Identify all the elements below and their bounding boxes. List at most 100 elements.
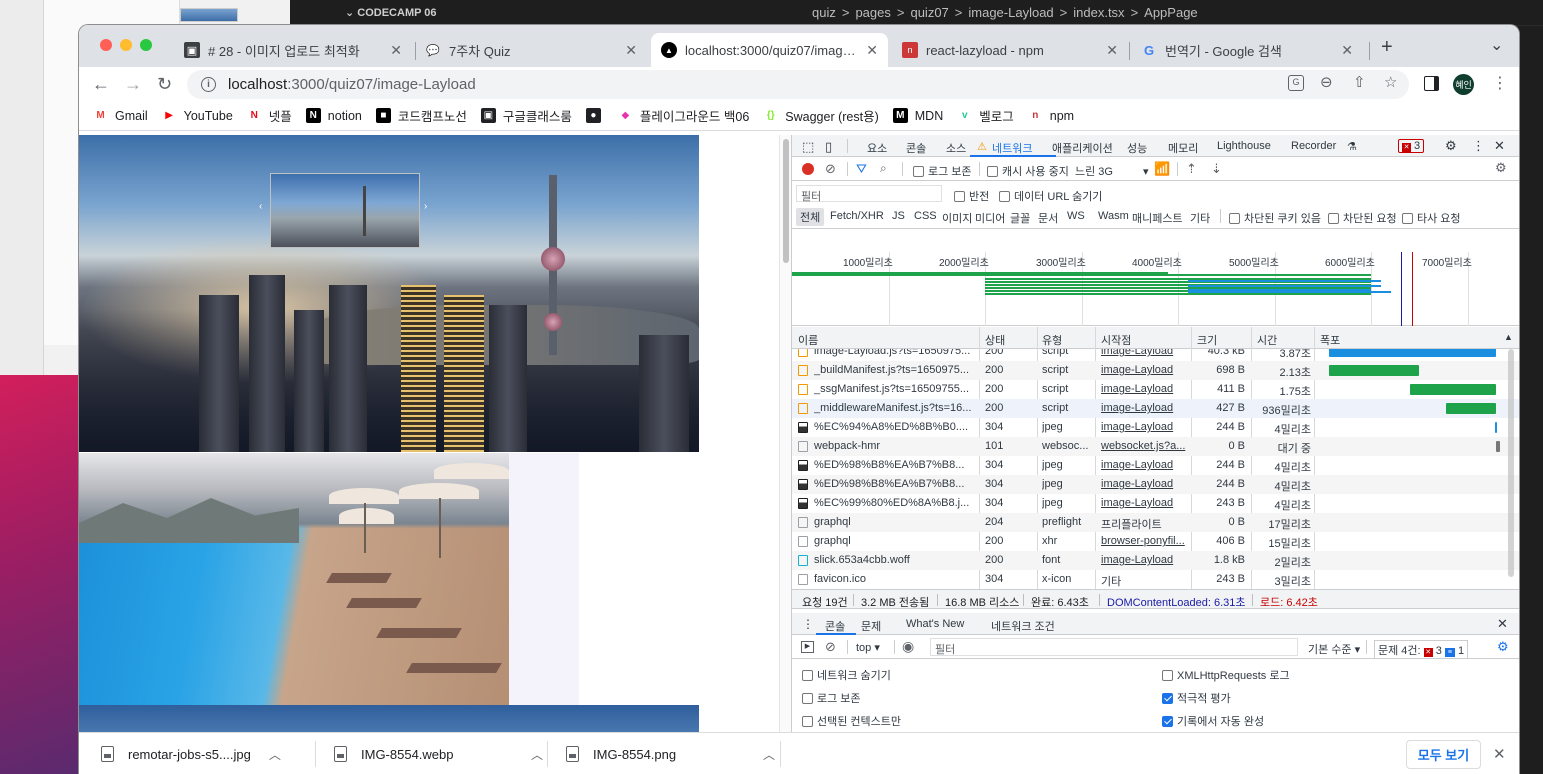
bookmark-item[interactable]: M Gmail xyxy=(93,108,147,123)
carousel-next-icon[interactable]: › xyxy=(424,201,427,212)
drawer-menu-icon[interactable]: ⋮ xyxy=(802,617,814,631)
checkbox[interactable] xyxy=(1162,716,1173,727)
bookmark-item[interactable]: ■ 코드캠프노선 xyxy=(375,106,467,125)
type-filter-3[interactable]: CSS xyxy=(914,210,937,222)
bookmark-item[interactable]: ▣ 구글클래스룸 xyxy=(480,106,572,125)
device-toolbar-icon[interactable]: ▯ xyxy=(825,139,832,155)
site-info-icon[interactable]: i xyxy=(201,77,216,92)
col-time[interactable]: 시간 xyxy=(1257,332,1277,348)
type-filter-4[interactable]: 이미지 xyxy=(942,210,972,226)
throttling-select[interactable]: 느린 3G ▾ xyxy=(1075,163,1149,179)
cell-initiator[interactable]: image-Layload xyxy=(1101,478,1189,490)
back-button[interactable]: ← xyxy=(92,75,110,93)
tab-search-button[interactable]: ⌄ xyxy=(1490,35,1503,55)
issues-counter[interactable]: 문제 4건: ✕ 3 ≡ 1 xyxy=(1374,640,1469,660)
network-conditions-icon[interactable]: 📶 xyxy=(1154,161,1170,177)
tab-application[interactable]: 애플리케이션 xyxy=(1052,140,1113,156)
inspect-element-icon[interactable]: ⬚ xyxy=(802,139,814,155)
console-setting-checkbox[interactable]: 네트워크 숨기기 xyxy=(802,667,891,683)
download-item[interactable]: IMG-8554.webp ︿ xyxy=(334,733,543,774)
clear-console-icon[interactable]: ⊘ xyxy=(825,639,836,655)
type-filter-6[interactable]: 글꼴 xyxy=(1010,210,1030,226)
tab-localhost-image-layload[interactable]: ▲ localhost:3000/quiz07/image-L ✕ xyxy=(651,33,888,67)
new-tab-button[interactable]: + xyxy=(1381,36,1393,59)
network-request-row[interactable]: %EC%99%80%ED%8A%B8.j... 304 jpeg image-Layl… xyxy=(792,494,1519,513)
close-window-button[interactable] xyxy=(100,39,112,51)
cell-initiator[interactable]: image-Layload xyxy=(1101,364,1189,376)
network-settings-icon[interactable]: ⚙ xyxy=(1495,160,1507,176)
type-filter-1[interactable]: Fetch/XHR xyxy=(830,210,884,222)
filter-icon[interactable]: ⛛ xyxy=(856,161,867,177)
record-icon[interactable] xyxy=(802,163,814,175)
third-party-checkbox[interactable]: 타사 요청 xyxy=(1402,210,1461,226)
network-request-row[interactable]: %ED%98%B8%EA%B7%B8... 304 jpeg image-Layloa… xyxy=(792,475,1519,494)
bookmark-item[interactable]: ◆ 플레이그라운드 백06 xyxy=(618,106,750,125)
blocked-cookies-checkbox[interactable]: 차단된 쿠키 있음 xyxy=(1229,210,1321,226)
search-icon[interactable]: ⌕ xyxy=(880,161,887,176)
checkbox[interactable] xyxy=(1162,693,1173,704)
cell-initiator[interactable]: image-Layload xyxy=(1101,554,1189,566)
cell-initiator[interactable]: image-Layload xyxy=(1101,421,1189,433)
bookmark-item[interactable]: M MDN xyxy=(892,108,943,123)
col-status[interactable]: 상태 xyxy=(985,332,1005,348)
bookmark-item[interactable]: {} Swagger (rest용) xyxy=(763,106,879,125)
zoom-icon[interactable]: ⊖ xyxy=(1320,73,1333,91)
type-filter-2[interactable]: JS xyxy=(892,210,905,222)
address-bar[interactable]: i localhost:3000/quiz07/image-Layload xyxy=(187,70,1409,99)
reload-button[interactable]: ↻ xyxy=(157,75,172,93)
bookmark-item[interactable]: ● xyxy=(585,108,608,123)
network-request-row[interactable]: webpack-hmr 101 websoc... websocket.js?a...… xyxy=(792,437,1519,456)
sort-up-icon[interactable]: ▲ xyxy=(1504,332,1513,342)
zoom-window-button[interactable] xyxy=(140,39,152,51)
col-waterfall[interactable]: 폭포 xyxy=(1320,332,1340,348)
translate-icon[interactable]: G xyxy=(1288,75,1304,91)
console-setting-checkbox[interactable]: 로그 보존 xyxy=(802,690,861,706)
console-filter-input[interactable]: 필터 xyxy=(930,638,1298,656)
hide-data-urls-checkbox[interactable]: 데이터 URL 숨기기 xyxy=(999,188,1102,204)
log-level-select[interactable]: 기본 수준 ▾ xyxy=(1308,641,1360,657)
chevron-up-icon[interactable]: ︿ xyxy=(763,746,775,763)
bookmark-item[interactable]: N 넷플 xyxy=(247,106,292,125)
network-request-row[interactable]: graphql 200 xhr browser-ponyfil... 406 B 15밀리… xyxy=(792,532,1519,551)
col-type[interactable]: 유형 xyxy=(1042,332,1062,348)
network-request-row[interactable]: _ssgManifest.js?ts=16509755... 200 script i… xyxy=(792,380,1519,399)
checkbox[interactable] xyxy=(802,693,813,704)
invert-checkbox[interactable]: 반전 xyxy=(954,188,989,204)
type-filter-0[interactable]: 전체 xyxy=(796,208,825,226)
disable-cache-checkbox[interactable]: 캐시 사용 중지 xyxy=(987,163,1069,179)
error-badge[interactable]: ✕ 3 xyxy=(1398,139,1425,153)
cell-initiator[interactable]: image-Layload xyxy=(1101,459,1189,471)
close-download-shelf-icon[interactable]: ✕ xyxy=(1493,745,1506,763)
blocked-requests-checkbox[interactable]: 차단된 요청 xyxy=(1328,210,1397,226)
console-settings-icon[interactable]: ⚙ xyxy=(1497,639,1509,655)
network-request-row[interactable]: graphql 204 preflight 프리플라이트 0 B 17밀리초 xyxy=(792,513,1519,532)
drawer-tab-issues[interactable]: 문제 xyxy=(861,618,881,634)
col-size[interactable]: 크기 xyxy=(1197,332,1217,348)
import-har-icon[interactable]: ⇡ xyxy=(1186,161,1197,177)
console-setting-checkbox[interactable]: 기록에서 자동 완성 xyxy=(1162,713,1264,729)
clear-icon[interactable]: ⊘ xyxy=(825,161,836,177)
drawer-tab-whats-new[interactable]: What's New xyxy=(906,618,964,630)
chevron-up-icon[interactable]: ︿ xyxy=(531,746,543,763)
minimize-window-button[interactable] xyxy=(120,39,132,51)
breadcrumb-segment[interactable]: AppPage xyxy=(1144,5,1198,20)
breadcrumb-segment[interactable]: index.tsx xyxy=(1073,5,1124,20)
type-filter-9[interactable]: Wasm xyxy=(1098,210,1129,222)
network-overview[interactable]: 1000밀리초 2000밀리초 3000밀리초 4000밀리초 5000밀리초 6000밀… xyxy=(792,252,1519,326)
type-filter-10[interactable]: 매니페스트 xyxy=(1132,210,1183,226)
page-scrollbar[interactable] xyxy=(779,135,791,774)
bookmark-item[interactable]: ▶ YouTube xyxy=(162,108,232,123)
forward-button[interactable]: → xyxy=(124,75,142,93)
carousel-prev-icon[interactable]: ‹ xyxy=(259,201,262,212)
network-filter-input[interactable]: 필터 xyxy=(796,185,942,203)
close-drawer-icon[interactable]: ✕ xyxy=(1497,616,1508,632)
cell-initiator[interactable]: 프리플라이트 xyxy=(1101,516,1189,532)
network-request-row[interactable]: _middlewareManifest.js?ts=16... 200 script… xyxy=(792,399,1519,418)
close-icon[interactable]: ✕ xyxy=(1106,42,1118,59)
editor-breadcrumb[interactable]: quiz > pages > quiz07 > image-Layload > index.ts… xyxy=(812,5,1198,20)
explorer-project-title[interactable]: ⌄ CODECAMP 06 xyxy=(345,6,437,19)
network-request-row[interactable]: image-Layload.js?ts=1650975... 200 script i… xyxy=(792,349,1519,361)
tab-week7-quiz[interactable]: 💬 7주차 Quiz ✕ xyxy=(415,33,647,67)
download-item[interactable]: IMG-8554.png ︿ xyxy=(566,733,775,774)
bookmark-item[interactable]: v 벨로그 xyxy=(957,106,1014,125)
